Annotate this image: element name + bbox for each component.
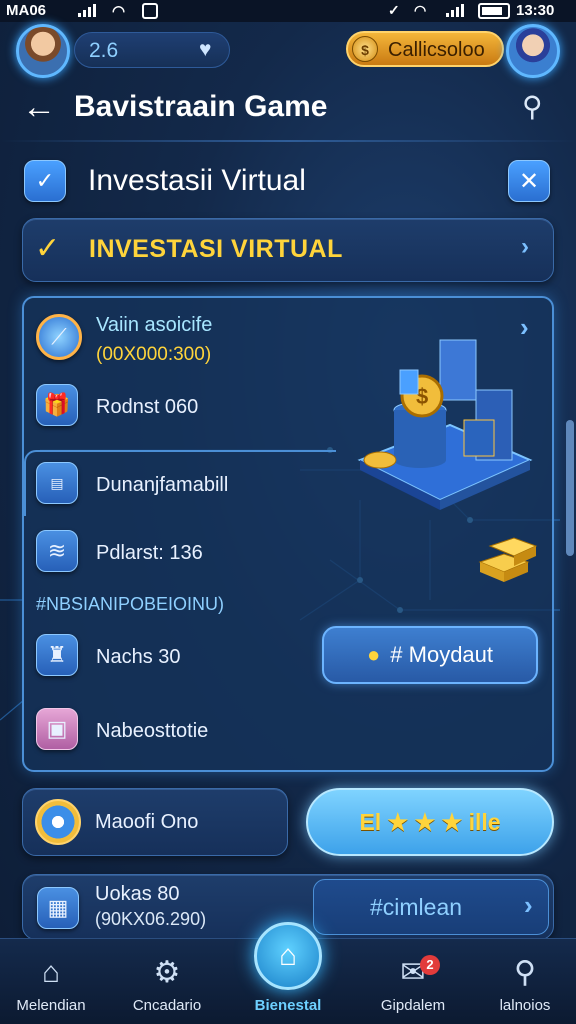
list-item[interactable]: ▤ Dunanjfamabill bbox=[36, 462, 336, 510]
checkbox-icon[interactable]: ✓ bbox=[24, 160, 66, 202]
clock: 13:30 bbox=[516, 2, 555, 19]
share-icon[interactable]: ⚲ bbox=[522, 90, 543, 123]
notification-icon bbox=[142, 3, 158, 19]
cimlean-label: #cimlean bbox=[370, 894, 463, 920]
coins-stack-icon: ≋ bbox=[36, 530, 78, 572]
check-circle-icon: ✓ bbox=[35, 232, 61, 265]
card-label: Uokas 80 bbox=[95, 883, 180, 905]
compass-icon: ⟋ bbox=[36, 314, 82, 360]
investment-illustration: $ bbox=[357, 339, 533, 510]
rating-label: El ★ ★ ★ ille bbox=[359, 808, 501, 835]
cimlean-button[interactable]: #cimlean › bbox=[313, 879, 549, 935]
divider bbox=[0, 140, 576, 142]
target-icon bbox=[35, 799, 81, 845]
card-label: Maoofi Ono bbox=[95, 811, 199, 833]
nav-item-home[interactable]: ⌂ Melendian bbox=[0, 953, 106, 1014]
heart-icon[interactable]: ♥ bbox=[199, 38, 211, 62]
nav-label: Cncadario bbox=[132, 997, 202, 1014]
list-item-value[interactable]: ⟋ Vaiin asoicife (00X000:300) bbox=[36, 312, 336, 368]
banner-label: INVESTASI VIRTUAL bbox=[89, 235, 343, 263]
gift-icon: ⌂ bbox=[278, 939, 298, 972]
maoofi-card[interactable]: Maoofi Ono bbox=[22, 788, 288, 856]
shopping-bag-icon: ▣ bbox=[36, 708, 78, 750]
list-item[interactable]: 🎁 Rodnst 060 bbox=[36, 384, 336, 432]
opponent-avatar[interactable] bbox=[506, 24, 560, 78]
chevron-right-icon: › bbox=[521, 233, 529, 260]
gift-box-icon: 🎁 bbox=[36, 384, 78, 426]
gift-center-button[interactable]: ⌂ bbox=[254, 922, 322, 990]
list-item[interactable]: ≋ Pdlarst: 136 bbox=[36, 530, 336, 578]
movement-button[interactable]: ● # Moydaut bbox=[322, 626, 538, 684]
signal-icon bbox=[78, 4, 96, 17]
carrier-label: MA06 bbox=[6, 2, 47, 19]
chevron-right-icon: › bbox=[524, 890, 533, 920]
mail-badge: 2 bbox=[420, 955, 440, 975]
nfc-icon: ✓ bbox=[388, 2, 400, 18]
list-item-label: Pdlarst: 136 bbox=[96, 542, 203, 564]
score-value: 2.6 bbox=[89, 39, 119, 62]
nav-item-search[interactable]: ⚲ lalnoios bbox=[470, 953, 576, 1014]
wifi-icon-right: ◠ bbox=[414, 2, 427, 18]
coin-icon: ● bbox=[366, 642, 381, 667]
rating-button[interactable]: El ★ ★ ★ ille bbox=[306, 788, 554, 856]
home-icon: ⌂ bbox=[41, 956, 61, 989]
treasure-icon: ▦ bbox=[37, 887, 79, 929]
list-item-sub: (00X000:300) bbox=[96, 344, 212, 365]
section-tag: #NBSIANIPOBEIOINU) bbox=[36, 594, 225, 614]
card-sub: (90KX06.290) bbox=[95, 909, 207, 929]
coin-icon: $ bbox=[352, 36, 378, 62]
coin-label: Callicsoloo bbox=[388, 39, 485, 61]
settings-icon: ⚙ bbox=[153, 956, 181, 989]
nav-label: Gipdalem bbox=[380, 997, 446, 1014]
chevron-right-icon[interactable]: › bbox=[520, 312, 529, 343]
user-avatar[interactable] bbox=[16, 24, 70, 78]
list-item-label: Rodnst 060 bbox=[96, 396, 199, 418]
nav-label: Melendian bbox=[16, 997, 86, 1014]
trophy-icon: ♜ bbox=[36, 634, 78, 676]
coin-pill[interactable]: $ Callicsoloo bbox=[346, 31, 504, 67]
mail-icon: ✉ bbox=[400, 956, 426, 989]
list-item-label: Vaiin asoicife bbox=[96, 314, 213, 336]
nav-label: lalnoios bbox=[499, 997, 551, 1014]
section-title: Investasii Virtual bbox=[88, 164, 306, 197]
list-item-label: Nachs 30 bbox=[96, 646, 181, 668]
nav-label: Bienestal bbox=[254, 997, 322, 1014]
investasi-banner[interactable]: ✓ INVESTASI VIRTUAL › bbox=[22, 218, 554, 282]
movement-button-label: # Moydaut bbox=[390, 642, 494, 667]
battery-icon bbox=[478, 3, 510, 19]
score-pill: 2.6 ♥ bbox=[74, 32, 230, 68]
nav-item-settings[interactable]: ⚙ Cncadario bbox=[112, 953, 222, 1014]
gold-bars-icon bbox=[478, 537, 538, 582]
page-title: Bavistraain Game bbox=[74, 90, 328, 123]
scrollbar[interactable] bbox=[566, 420, 574, 556]
close-icon[interactable]: ✕ bbox=[508, 160, 550, 202]
wifi-icon: ◠ bbox=[112, 3, 126, 20]
list-item-label: Dunanjfamabill bbox=[96, 474, 229, 496]
list-item[interactable]: ▣ Nabeosttotie bbox=[36, 708, 336, 756]
back-arrow-icon[interactable]: ← bbox=[22, 88, 56, 127]
document-icon: ▤ bbox=[36, 462, 78, 504]
list-item-label: Nabeosttotie bbox=[96, 720, 209, 742]
list-item[interactable]: ♜ Nachs 30 bbox=[36, 634, 306, 682]
signal-icon-right bbox=[446, 4, 464, 17]
status-bar: MA06 ◠ ✓ ◠ 13:30 bbox=[0, 0, 576, 22]
nav-item-mail[interactable]: ✉ 2 Gipdalem bbox=[358, 953, 468, 1014]
search-icon: ⚲ bbox=[514, 956, 536, 989]
